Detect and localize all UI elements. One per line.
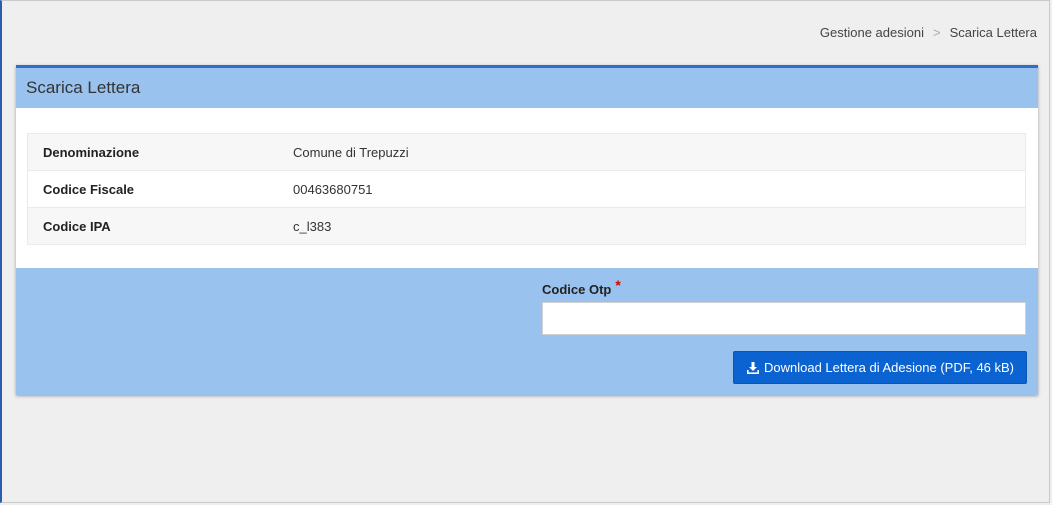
- row-label-codice-ipa: Codice IPA: [27, 207, 278, 245]
- table-row: Denominazione Comune di Trepuzzi: [27, 133, 1026, 171]
- row-value-codice-fiscale: 00463680751: [293, 181, 373, 197]
- breadcrumb-current: Scarica Lettera: [949, 25, 1037, 40]
- table-row: Codice Fiscale 00463680751: [27, 170, 1026, 208]
- breadcrumb-separator: >: [932, 25, 941, 40]
- otp-label-text: Codice Otp: [542, 282, 612, 297]
- download-letter-button[interactable]: Download Lettera di Adesione (PDF, 46 kB…: [733, 351, 1027, 384]
- otp-input[interactable]: [542, 302, 1026, 335]
- download-icon: [746, 361, 760, 375]
- breadcrumb-gestione-adesioni[interactable]: Gestione adesioni: [820, 25, 924, 40]
- required-mark: *: [615, 277, 621, 293]
- breadcrumb: Gestione adesioni > Scarica Lettera: [820, 25, 1037, 40]
- download-button-label: Download Lettera di Adesione (PDF, 46 kB…: [763, 360, 1015, 375]
- scarica-lettera-panel: Scarica Lettera Denominazione Comune di …: [16, 65, 1038, 395]
- panel-body: Denominazione Comune di Trepuzzi Codice …: [16, 108, 1038, 268]
- row-value-codice-ipa: c_l383: [278, 207, 1026, 245]
- otp-form: Codice Otp * Download Lettera di Adesione…: [16, 268, 1038, 395]
- table-row: Codice IPA c_l383: [27, 207, 1026, 245]
- otp-label: Codice Otp *: [542, 277, 621, 297]
- row-label-denominazione: Denominazione: [27, 133, 278, 171]
- info-table: Denominazione Comune di Trepuzzi Codice …: [27, 133, 1026, 245]
- panel-title: Scarica Lettera: [26, 78, 141, 97]
- row-value-denominazione: Comune di Trepuzzi: [278, 133, 1026, 171]
- row-label-codice-fiscale: Codice Fiscale: [43, 181, 135, 197]
